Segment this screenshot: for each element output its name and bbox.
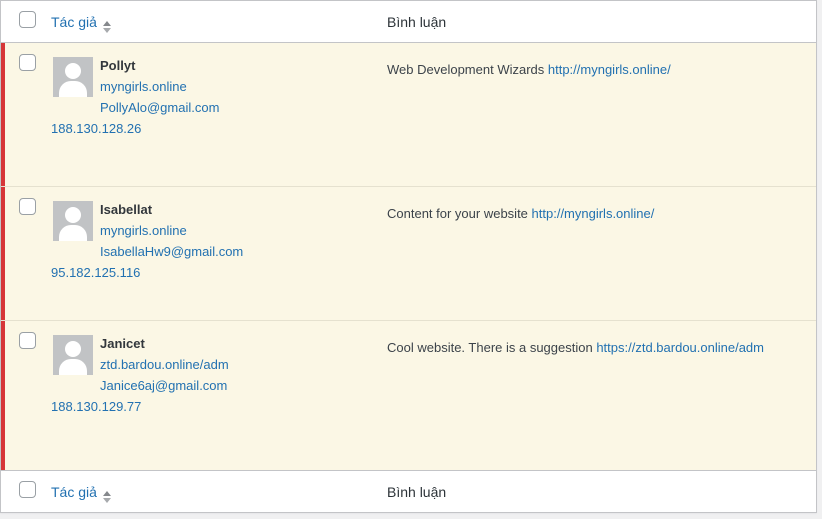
comment-text: Cool website. There is a suggestion: [387, 340, 597, 355]
author-email-link[interactable]: IsabellaHw9@gmail.com: [100, 244, 243, 259]
author-email-link[interactable]: PollyAlo@gmail.com: [100, 100, 219, 115]
row-checkbox-cell: [1, 321, 47, 470]
comment-url-link[interactable]: http://myngirls.online/: [548, 62, 671, 77]
row-select-checkbox[interactable]: [19, 54, 36, 71]
comments-table: Tác giả Bình luận Pollyt myngirls.online…: [0, 0, 817, 513]
comment-url-link[interactable]: http://myngirls.online/: [532, 206, 655, 221]
header-author-cell: Tác giả: [47, 1, 379, 42]
comment-text: Web Development Wizards: [387, 62, 548, 77]
avatar: [53, 335, 93, 375]
header-comment-cell: Bình luận: [379, 1, 816, 42]
comment-row: Isabellat myngirls.online IsabellaHw9@gm…: [1, 186, 816, 320]
author-cell: Isabellat myngirls.online IsabellaHw9@gm…: [47, 187, 379, 320]
author-ip-link[interactable]: 95.182.125.116: [51, 265, 140, 280]
avatar: [53, 201, 93, 241]
sort-by-author-link[interactable]: Tác giả: [51, 484, 97, 500]
author-name: Pollyt: [100, 58, 136, 73]
author-url-link[interactable]: myngirls.online: [100, 79, 187, 94]
author-cell: Pollyt myngirls.online PollyAlo@gmail.co…: [47, 43, 379, 186]
sort-icon[interactable]: [102, 491, 111, 503]
sort-by-author-link[interactable]: Tác giả: [51, 14, 97, 30]
author-email-link[interactable]: Janice6aj@gmail.com: [100, 378, 227, 393]
select-all-checkbox[interactable]: [19, 11, 36, 28]
author-url-link[interactable]: myngirls.online: [100, 223, 187, 238]
comment-row: Pollyt myngirls.online PollyAlo@gmail.co…: [1, 43, 816, 186]
comment-cell: Content for your website http://myngirls…: [379, 187, 816, 320]
comment-url-link[interactable]: https://ztd.bardou.online/adm: [596, 340, 764, 355]
sort-up-arrow-icon: [102, 491, 111, 496]
comment-cell: Web Development Wizards http://myngirls.…: [379, 43, 816, 186]
footer-comment-label: Bình luận: [387, 484, 447, 500]
sort-down-arrow-icon: [102, 498, 111, 503]
table-header-row: Tác giả Bình luận: [1, 1, 816, 43]
select-all-checkbox[interactable]: [19, 481, 36, 498]
author-ip-link[interactable]: 188.130.128.26: [51, 121, 141, 136]
sort-up-arrow-icon: [102, 21, 111, 26]
avatar-person-icon: [65, 207, 81, 223]
footer-author-label: Tác giả: [51, 484, 97, 500]
row-select-checkbox[interactable]: [19, 332, 36, 349]
row-checkbox-cell: [1, 43, 47, 186]
avatar-person-icon: [65, 341, 81, 357]
row-select-checkbox[interactable]: [19, 198, 36, 215]
row-checkbox-cell: [1, 187, 47, 320]
comment-cell: Cool website. There is a suggestion http…: [379, 321, 816, 470]
comment-text: Content for your website: [387, 206, 532, 221]
footer-checkbox-cell: [1, 471, 47, 512]
table-footer-row: Tác giả Bình luận: [1, 470, 816, 512]
header-author-label: Tác giả: [51, 14, 97, 30]
footer-author-cell: Tác giả: [47, 471, 379, 512]
author-name: Isabellat: [100, 202, 153, 217]
author-cell: Janicet ztd.bardou.online/adm Janice6aj@…: [47, 321, 379, 470]
author-url-link[interactable]: ztd.bardou.online/adm: [100, 357, 229, 372]
author-ip-link[interactable]: 188.130.129.77: [51, 399, 141, 414]
footer-comment-cell: Bình luận: [379, 471, 816, 512]
avatar: [53, 57, 93, 97]
comment-row: Janicet ztd.bardou.online/adm Janice6aj@…: [1, 320, 816, 470]
sort-icon[interactable]: [102, 21, 111, 33]
header-checkbox-cell: [1, 1, 47, 42]
header-comment-label: Bình luận: [387, 14, 447, 30]
avatar-person-icon: [65, 63, 81, 79]
sort-down-arrow-icon: [102, 28, 111, 33]
author-name: Janicet: [100, 336, 145, 351]
